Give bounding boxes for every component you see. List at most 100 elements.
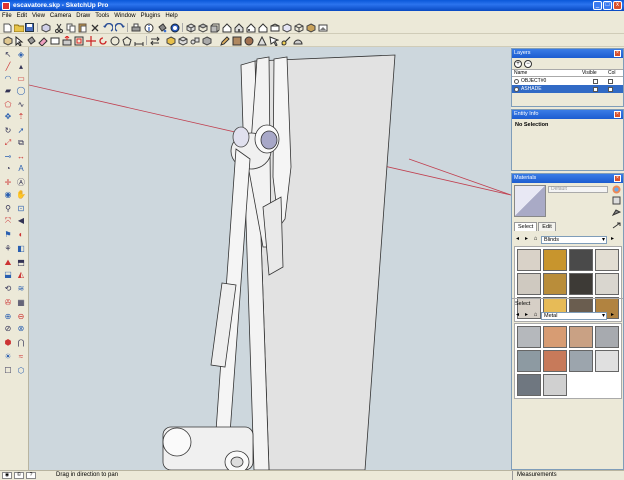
menu-file[interactable]: File bbox=[2, 13, 12, 19]
menu-view[interactable]: View bbox=[32, 13, 45, 19]
fog-icon[interactable]: ≈ bbox=[15, 351, 27, 362]
push-pull-icon[interactable] bbox=[61, 35, 72, 46]
make-component-icon[interactable] bbox=[40, 22, 51, 33]
menu-edit[interactable]: Edit bbox=[17, 13, 27, 19]
help-icon[interactable]: ? bbox=[26, 472, 36, 479]
layer-color-swatch[interactable] bbox=[608, 78, 613, 84]
measurements-box[interactable]: Measurements bbox=[512, 471, 622, 480]
active-layer-radio[interactable] bbox=[514, 86, 519, 92]
top-view-icon[interactable] bbox=[197, 22, 208, 33]
new-file-icon[interactable] bbox=[2, 22, 13, 33]
material-swatch[interactable] bbox=[543, 326, 567, 348]
material-swatch[interactable] bbox=[517, 374, 541, 396]
follow-me-tool-icon[interactable]: ➚ bbox=[15, 125, 27, 136]
dimension-icon[interactable] bbox=[133, 35, 144, 46]
polygon-tool-icon[interactable]: ⬠ bbox=[2, 99, 14, 110]
close-icon[interactable]: × bbox=[614, 111, 621, 118]
credits-icon[interactable]: © bbox=[14, 472, 24, 479]
protractor-icon[interactable] bbox=[292, 35, 303, 46]
menu-draw[interactable]: Draw bbox=[76, 13, 90, 19]
select-tool-icon[interactable] bbox=[13, 35, 24, 46]
material-swatch[interactable] bbox=[569, 350, 593, 372]
tape-measure-tool-icon[interactable]: ⊸ bbox=[2, 151, 14, 162]
house-icon[interactable] bbox=[257, 22, 268, 33]
iso-view-icon[interactable] bbox=[185, 22, 196, 33]
house-right-view-icon[interactable] bbox=[221, 22, 232, 33]
triangle-icon[interactable] bbox=[256, 35, 267, 46]
orbit-icon[interactable] bbox=[169, 22, 180, 33]
material-swatch[interactable] bbox=[543, 350, 567, 372]
material-swatch[interactable] bbox=[517, 273, 541, 295]
paint-icon[interactable] bbox=[25, 35, 36, 46]
maximize-button[interactable]: □ bbox=[603, 1, 612, 10]
rectangle-icon[interactable] bbox=[49, 35, 60, 46]
x-ray-icon[interactable] bbox=[281, 22, 292, 33]
material-swatch[interactable] bbox=[569, 326, 593, 348]
solid-subtract-icon[interactable]: ⊖ bbox=[15, 311, 27, 322]
pan-tool-icon[interactable]: ✋ bbox=[15, 189, 27, 200]
material-swatch[interactable] bbox=[569, 249, 593, 271]
open-folder-icon[interactable] bbox=[13, 22, 24, 33]
material-swatch[interactable] bbox=[543, 249, 567, 271]
material-swatch[interactable] bbox=[517, 350, 541, 372]
material-swatch[interactable] bbox=[595, 350, 619, 372]
house-back-view-icon[interactable] bbox=[233, 22, 244, 33]
model-info-icon[interactable] bbox=[143, 22, 154, 33]
col-color[interactable]: Col bbox=[606, 70, 623, 76]
lower-library-select[interactable]: Metal bbox=[541, 311, 607, 320]
text-tool-icon[interactable]: A bbox=[15, 163, 27, 174]
follow-me-icon[interactable] bbox=[268, 35, 279, 46]
flip-edge-icon[interactable]: ⟲ bbox=[2, 283, 14, 294]
sandbox-icon[interactable]: ⛰ bbox=[2, 257, 14, 268]
zoom-window-tool-icon[interactable]: ⊡ bbox=[15, 203, 27, 214]
material-swatch[interactable] bbox=[543, 374, 567, 396]
material-name-field[interactable]: Default bbox=[548, 186, 608, 193]
col-name[interactable]: Name bbox=[512, 70, 580, 76]
details-arrow-icon[interactable] bbox=[612, 221, 621, 230]
tape-measure-icon[interactable] bbox=[280, 35, 291, 46]
stamp-icon[interactable]: ⬒ bbox=[15, 257, 27, 268]
add-location-icon[interactable]: ✇ bbox=[2, 297, 14, 308]
eraser-icon[interactable] bbox=[37, 35, 48, 46]
arc-tool-icon[interactable]: ◠ bbox=[2, 73, 14, 84]
menu-plugins[interactable]: Plugins bbox=[141, 13, 161, 19]
sphere-icon[interactable] bbox=[243, 35, 254, 46]
save-icon[interactable] bbox=[24, 22, 35, 33]
material-swatch[interactable] bbox=[595, 326, 619, 348]
menu-tools[interactable]: Tools bbox=[95, 13, 109, 19]
bottom-view-icon[interactable] bbox=[269, 22, 280, 33]
rectangle-tool-icon[interactable]: ▭ bbox=[15, 73, 27, 84]
photo-texture-icon[interactable]: ▦ bbox=[15, 297, 27, 308]
erase-delete-icon[interactable] bbox=[89, 22, 100, 33]
intersect-icon[interactable]: ⋂ bbox=[15, 337, 27, 348]
color-wheel-icon[interactable] bbox=[612, 185, 621, 194]
entity-info-header[interactable]: Entity Info × bbox=[512, 110, 623, 119]
shadow-icon[interactable]: ☀ bbox=[2, 351, 14, 362]
section-plane-icon[interactable]: ◧ bbox=[15, 243, 27, 254]
eraser-tool-icon[interactable]: ▰ bbox=[2, 85, 14, 96]
material-swatch[interactable] bbox=[517, 326, 541, 348]
active-layer-radio[interactable] bbox=[514, 78, 519, 84]
look-around-icon[interactable]: ◐ bbox=[15, 229, 27, 240]
solid-box-icon[interactable] bbox=[201, 35, 212, 46]
back-arrow-icon[interactable]: ◂ bbox=[514, 312, 521, 319]
drape-icon[interactable]: ⬓ bbox=[2, 269, 14, 280]
paste-icon[interactable] bbox=[77, 22, 88, 33]
select-tool-icon[interactable]: ↖ bbox=[2, 49, 14, 60]
pencil-icon[interactable] bbox=[219, 35, 230, 46]
3d-text-tool-icon[interactable]: Ⓐ bbox=[15, 177, 27, 188]
undo-icon[interactable] bbox=[102, 22, 113, 33]
menu-camera[interactable]: Camera bbox=[50, 13, 71, 19]
material-swatch[interactable] bbox=[595, 273, 619, 295]
copy-icon[interactable] bbox=[65, 22, 76, 33]
circle-tool-icon[interactable]: ◯ bbox=[15, 85, 27, 96]
previous-view-icon[interactable]: ◀ bbox=[15, 215, 27, 226]
circle-icon[interactable] bbox=[109, 35, 120, 46]
layer-color-swatch[interactable] bbox=[608, 86, 613, 92]
home-icon[interactable]: ⌂ bbox=[532, 236, 539, 243]
zoom-tool-icon[interactable]: ⚲ bbox=[2, 203, 14, 214]
line-tool-icon[interactable]: ╱ bbox=[2, 61, 14, 72]
back-arrow-icon[interactable]: ◂ bbox=[514, 236, 521, 243]
dimension-tool-icon[interactable]: ↔ bbox=[15, 151, 27, 162]
material-swatch[interactable] bbox=[595, 249, 619, 271]
